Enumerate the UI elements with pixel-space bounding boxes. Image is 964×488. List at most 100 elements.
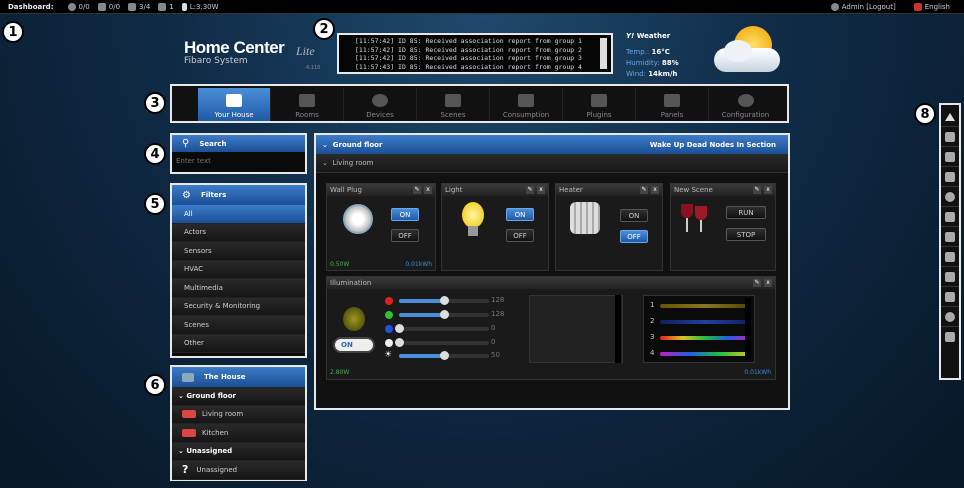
device-new-scene: New Scene ✎ x RUN STOP <box>670 183 776 271</box>
event-log[interactable]: [11:57:42] ID 85: Received association r… <box>337 33 613 74</box>
heater-on-button[interactable]: ON <box>620 209 648 222</box>
presets-scrollbar[interactable] <box>745 298 751 360</box>
illum-toggle[interactable]: ON <box>333 337 375 353</box>
house-icon <box>226 94 242 107</box>
slider-knob[interactable] <box>440 310 449 319</box>
nav-your-house[interactable]: Your House <box>198 88 271 121</box>
plug-off-button[interactable]: OFF <box>391 229 419 242</box>
green-slider[interactable] <box>399 310 489 319</box>
nav-rooms[interactable]: Rooms <box>271 88 344 121</box>
blue-slider[interactable] <box>395 324 489 333</box>
filter-scenes[interactable]: Scenes <box>172 316 305 335</box>
filter-other[interactable]: Other <box>172 334 305 353</box>
slider-knob[interactable] <box>395 338 404 347</box>
doors-status[interactable]: 1 <box>158 2 174 11</box>
filters-panel: ⚙ Filters All Actors Sensors HVAC Multime… <box>170 183 307 358</box>
plug-on-button[interactable]: ON <box>391 208 419 221</box>
brightness-value: 50 <box>491 351 500 359</box>
quick-sidebar <box>939 103 961 380</box>
save-icon[interactable] <box>941 127 959 147</box>
plug-icon <box>343 204 373 234</box>
main-nav: Your House Rooms Devices Scenes Consumpt… <box>170 84 789 123</box>
filter-actors[interactable]: Actors <box>172 223 305 242</box>
weather-label: Weather <box>636 32 671 40</box>
edit-icon[interactable]: ✎ <box>640 186 648 194</box>
close-icon[interactable]: x <box>424 186 432 194</box>
nav-label: Rooms <box>295 111 319 119</box>
edit-icon[interactable]: ✎ <box>526 186 534 194</box>
red-slider[interactable] <box>399 296 489 305</box>
nav-consumption[interactable]: Consumption <box>490 88 563 121</box>
badge-4: 4 <box>144 143 166 165</box>
panel-icon[interactable] <box>941 287 959 307</box>
clapper-icon[interactable] <box>941 207 959 227</box>
close-icon[interactable]: x <box>764 186 772 194</box>
sofa-icon <box>182 410 196 419</box>
nav-devices[interactable]: Devices <box>344 88 417 121</box>
section-unassigned[interactable]: ⌄ Unassigned <box>172 442 305 461</box>
close-icon[interactable]: x <box>537 186 545 194</box>
edit-icon[interactable]: ✎ <box>413 186 421 194</box>
lights-status[interactable]: 0/0 <box>67 2 90 11</box>
brightness-slider[interactable] <box>399 351 489 360</box>
room-living-room[interactable]: Living room <box>172 405 305 424</box>
light-on-button[interactable]: ON <box>506 208 534 221</box>
scene-run-button[interactable]: RUN <box>726 206 766 219</box>
nav-label: Scenes <box>440 111 466 119</box>
blinds-status[interactable]: 0/0 <box>97 2 120 11</box>
flag-icon <box>913 2 922 11</box>
edit-icon[interactable]: ✎ <box>753 186 761 194</box>
preset-bar[interactable] <box>660 304 750 308</box>
nav-scenes[interactable]: Scenes <box>417 88 490 121</box>
puzzle-icon[interactable] <box>941 267 959 287</box>
bulb-icon[interactable] <box>941 187 959 207</box>
filter-hvac[interactable]: HVAC <box>172 260 305 279</box>
heater-off-button[interactable]: OFF <box>620 230 648 243</box>
slider-knob[interactable] <box>395 324 404 333</box>
preset-bar[interactable] <box>660 320 750 324</box>
close-icon[interactable]: x <box>764 279 772 287</box>
power-status[interactable]: L:3.30W <box>181 2 219 11</box>
sensors-status[interactable]: 3/4 <box>128 2 150 11</box>
logout-link[interactable]: [Logout] <box>866 3 895 11</box>
room-unassigned[interactable]: ? Unassigned <box>172 461 305 480</box>
scroll-up-icon[interactable] <box>941 107 959 127</box>
chart-icon[interactable] <box>941 227 959 247</box>
white-slider[interactable] <box>395 338 489 347</box>
weather-brand: Y! Weather <box>626 32 671 40</box>
logout-icon[interactable] <box>941 327 959 347</box>
room-header[interactable]: ⌄ Living room <box>316 154 788 173</box>
preset-bar[interactable] <box>660 352 750 356</box>
search-input[interactable] <box>172 152 305 170</box>
gear-icon[interactable] <box>941 307 959 327</box>
filter-sensors[interactable]: Sensors <box>172 242 305 261</box>
bulb-icon <box>372 94 388 107</box>
slider-knob[interactable] <box>440 296 449 305</box>
slider-fill <box>399 354 444 358</box>
search-panel: ⚲ Search <box>170 133 307 174</box>
rooms-icon[interactable] <box>941 167 959 187</box>
house-header[interactable]: The House <box>172 367 305 387</box>
plugin-icon[interactable] <box>941 247 959 267</box>
language-selector[interactable]: English <box>913 2 950 11</box>
filter-all[interactable]: All <box>172 205 305 224</box>
edit-icon[interactable]: ✎ <box>753 279 761 287</box>
house-icon[interactable] <box>941 147 959 167</box>
wake-up-button[interactable]: Wake Up Dead Nodes In Section <box>650 141 776 149</box>
section-title[interactable]: ⌄ Ground floor <box>322 141 382 149</box>
nav-plugins[interactable]: Plugins <box>563 88 636 121</box>
close-icon[interactable]: x <box>651 186 659 194</box>
preset-bar[interactable] <box>660 336 750 340</box>
preview-scrollbar[interactable] <box>615 295 621 363</box>
light-off-button[interactable]: OFF <box>506 229 534 242</box>
log-scrollbar[interactable] <box>600 38 607 69</box>
section-ground-floor[interactable]: ⌄ Ground floor <box>172 387 305 406</box>
preset-number: 2 <box>650 317 655 325</box>
nav-panels[interactable]: Panels <box>636 88 709 121</box>
room-kitchen[interactable]: Kitchen <box>172 424 305 443</box>
slider-knob[interactable] <box>440 351 449 360</box>
filter-multimedia[interactable]: Multimedia <box>172 279 305 298</box>
filter-security[interactable]: Security & Monitoring <box>172 297 305 316</box>
nav-configuration[interactable]: Configuration <box>709 88 782 121</box>
scene-stop-button[interactable]: STOP <box>726 228 766 241</box>
